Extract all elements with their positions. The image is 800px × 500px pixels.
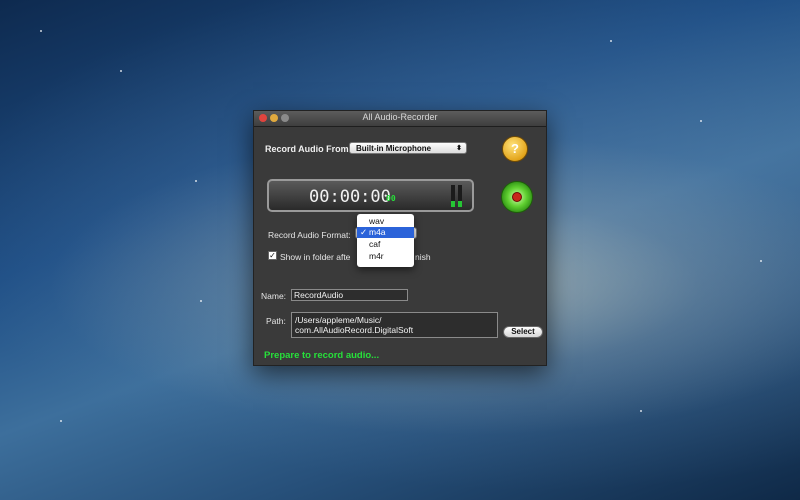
show-in-folder-label-tail: nish <box>415 252 431 262</box>
show-in-folder-checkbox[interactable]: ✓ <box>268 251 277 260</box>
audio-source-select[interactable]: Built-in Microphone ⬍ <box>349 142 467 154</box>
title-bar[interactable]: All Audio-Recorder <box>254 111 546 127</box>
format-option-wav[interactable]: wav <box>357 216 414 227</box>
format-label: Record Audio Format: <box>268 230 351 240</box>
name-input[interactable]: RecordAudio <box>291 289 408 301</box>
format-option-label: m4a <box>369 227 386 237</box>
star <box>60 420 62 422</box>
timer-display: 00:00:00 00 <box>267 179 474 212</box>
star <box>760 260 762 262</box>
format-dropdown-menu: wav ✓ m4a caf m4r <box>357 214 414 267</box>
elapsed-ms: 00 <box>386 194 396 203</box>
recorder-window: All Audio-Recorder Record Audio From: Bu… <box>253 110 547 366</box>
format-option-m4a[interactable]: ✓ m4a <box>357 227 414 238</box>
star <box>700 120 702 122</box>
format-option-label: m4r <box>369 251 384 261</box>
level-meter-left <box>451 185 455 207</box>
window-title: All Audio-Recorder <box>362 112 438 122</box>
select-path-button[interactable]: Select <box>503 326 543 338</box>
show-in-folder-label: Show in folder afte <box>280 252 351 262</box>
status-text: Prepare to record audio... <box>264 350 380 361</box>
format-option-label: caf <box>369 239 381 249</box>
path-label: Path: <box>266 316 286 326</box>
path-line-2: com.AllAudioRecord.DigitalSoft <box>295 325 414 335</box>
name-label: Name: <box>261 291 287 301</box>
path-line-1: /Users/appleme/Music/ <box>295 315 382 325</box>
record-button[interactable] <box>501 181 533 213</box>
select-arrows-icon: ⬍ <box>456 145 462 152</box>
source-label: Record Audio From: <box>265 144 352 154</box>
record-dot-icon <box>512 192 522 202</box>
help-button[interactable]: ? <box>502 136 528 162</box>
checkmark-icon: ✓ <box>360 227 368 237</box>
star <box>200 300 202 302</box>
star <box>195 180 197 182</box>
path-field[interactable]: /Users/appleme/Music/ com.AllAudioRecord… <box>291 312 498 338</box>
star <box>610 40 612 42</box>
star <box>120 70 122 72</box>
star <box>640 410 642 412</box>
audio-source-value: Built-in Microphone <box>356 144 432 153</box>
format-option-label: wav <box>369 216 385 226</box>
format-option-m4r[interactable]: m4r <box>357 251 414 262</box>
star <box>40 30 42 32</box>
format-option-caf[interactable]: caf <box>357 239 414 250</box>
elapsed-time: 00:00:00 <box>309 187 391 207</box>
level-meter-right <box>458 185 462 207</box>
